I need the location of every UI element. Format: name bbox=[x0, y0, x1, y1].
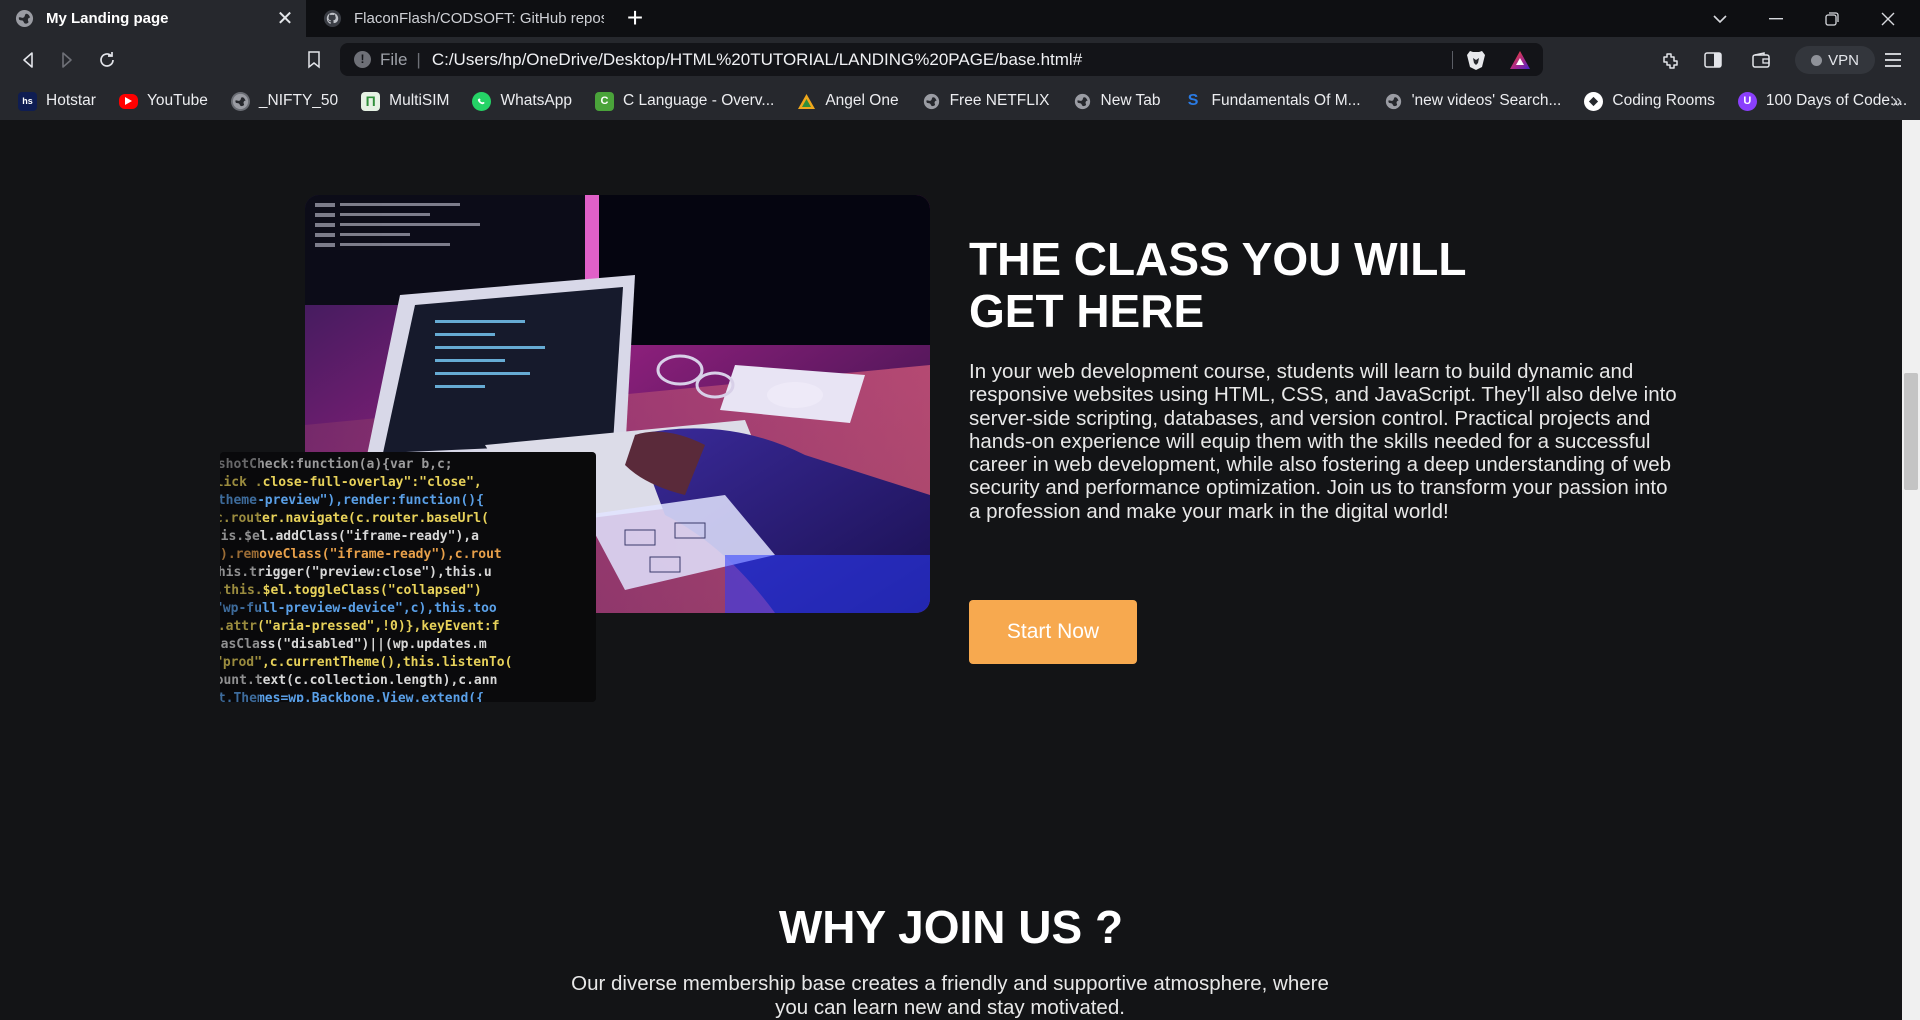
svg-text:".attr("aria-pressed",!0)},key: ".attr("aria-pressed",!0)},keyEvent:f bbox=[220, 619, 500, 634]
why-join-us-heading: WHY JOIN US ? bbox=[778, 901, 1124, 953]
start-now-button[interactable]: Start Now bbox=[969, 600, 1137, 664]
svg-text:"wp-full-preview-device",c),th: "wp-full-preview-device",c),this.too bbox=[220, 601, 497, 616]
hotstar-icon: hs bbox=[18, 91, 37, 111]
svg-text:c.router.navigate(c.router.bas: c.router.navigate(c.router.baseUrl( bbox=[220, 511, 489, 526]
menu-icon[interactable] bbox=[1880, 47, 1906, 73]
forward-icon[interactable] bbox=[52, 45, 82, 75]
tab-strip: My Landing page ✕ FlaconFlash/CODSOFT: G… bbox=[0, 0, 1920, 37]
reload-icon[interactable] bbox=[92, 45, 122, 75]
address-bar[interactable]: ! File | C:/Users/hp/OneDrive/Desktop/HT… bbox=[340, 43, 1543, 76]
bookmark-label: MultiSIM bbox=[389, 92, 450, 109]
bookmark-multisim[interactable]: Π MultiSIM bbox=[361, 91, 450, 111]
vpn-status-icon bbox=[1811, 54, 1823, 66]
bookmark-free-netflix[interactable]: Free NETFLIX bbox=[922, 92, 1050, 111]
course-description: In your web development course, students… bbox=[969, 360, 1677, 523]
bookmarks-bar: hs Hotstar YouTube _NIFTY_50 Π MultiSIM … bbox=[0, 82, 1920, 120]
svg-text:.count.text(c.collection.lengt: .count.text(c.collection.length),c.ann bbox=[220, 673, 497, 688]
bookmark-label: Hotstar bbox=[46, 92, 96, 109]
bookmark-icon[interactable] bbox=[299, 45, 329, 75]
fundamentals-icon: S bbox=[1187, 92, 1199, 109]
svg-text:).removeClass("iframe-ready"),: ).removeClass("iframe-ready"),c.rout bbox=[220, 547, 502, 562]
class-headline: THE CLASS YOU WILL GET HERE bbox=[969, 233, 1529, 337]
page-scrollbar-thumb[interactable] bbox=[1904, 373, 1918, 490]
bookmark-label: New Tab bbox=[1100, 92, 1161, 109]
minimize-icon[interactable] bbox=[1748, 0, 1804, 37]
bookmark-label: Angel One bbox=[825, 92, 899, 109]
globe-icon bbox=[15, 9, 34, 28]
whatsapp-icon bbox=[472, 91, 492, 111]
globe-icon bbox=[1384, 92, 1403, 111]
browser-toolbar: ! File | C:/Users/hp/OneDrive/Desktop/HT… bbox=[0, 37, 1920, 82]
back-icon[interactable] bbox=[13, 45, 43, 75]
bookmark-label: WhatsApp bbox=[500, 92, 572, 109]
bookmark-label: Free NETFLIX bbox=[949, 92, 1050, 109]
angel-one-icon bbox=[797, 92, 816, 111]
multisim-icon: Π bbox=[361, 91, 381, 111]
bookmark-label: Fundamentals Of M... bbox=[1211, 92, 1361, 109]
extensions-icon[interactable] bbox=[1658, 47, 1684, 73]
brave-shields-icon[interactable] bbox=[1466, 49, 1486, 76]
bookmark-100-days-of-code[interactable]: U 100 Days of Code:... bbox=[1737, 91, 1908, 111]
tab-my-landing-page[interactable]: My Landing page ✕ bbox=[0, 0, 306, 37]
bookmark-label: 100 Days of Code:... bbox=[1765, 92, 1908, 109]
close-tab-icon[interactable]: ✕ bbox=[272, 6, 298, 31]
svg-text:.HasClass("disabled")||(wp.upd: .HasClass("disabled")||(wp.updates.m bbox=[220, 637, 487, 652]
bookmark-label: 'new videos' Search... bbox=[1411, 92, 1562, 109]
page-scrollbar[interactable] bbox=[1902, 120, 1920, 1020]
url-scheme: File bbox=[380, 49, 408, 69]
info-icon[interactable]: ! bbox=[354, 51, 371, 68]
tab-title: FlaconFlash/CODSOFT: GitHub reposit bbox=[354, 10, 604, 27]
hundred-days-icon: U bbox=[1737, 91, 1757, 111]
headline-line-2: GET HERE bbox=[969, 285, 1205, 337]
new-tab-button[interactable]: + bbox=[620, 4, 650, 34]
bookmark-hotstar[interactable]: hs Hotstar bbox=[18, 91, 96, 111]
bookmark-label: _NIFTY_50 bbox=[258, 92, 339, 109]
bookmark-coding-rooms[interactable]: Coding Rooms bbox=[1584, 91, 1715, 111]
bookmark-label: C Language - Overv... bbox=[622, 92, 775, 109]
youtube-icon bbox=[118, 93, 138, 109]
close-window-icon[interactable] bbox=[1860, 0, 1916, 37]
restore-icon[interactable] bbox=[1804, 0, 1860, 37]
bookmark-label: Coding Rooms bbox=[1612, 92, 1715, 109]
svg-text:"prod",c.currentTheme(),this.l: "prod",c.currentTheme(),this.listenTo( bbox=[220, 655, 512, 670]
url-divider bbox=[1452, 51, 1453, 69]
wallet-icon[interactable] bbox=[1748, 47, 1774, 73]
landing-page-viewport: rshotCheck:function(a){var b,c; "click .… bbox=[0, 120, 1902, 1020]
bookmark-angel-one[interactable]: Angel One bbox=[797, 92, 899, 111]
url-text[interactable]: C:/Users/hp/OneDrive/Desktop/HTML%20TUTO… bbox=[432, 50, 1082, 70]
url-separator: | bbox=[416, 49, 421, 69]
coding-rooms-icon bbox=[1584, 91, 1604, 111]
bookmark-label: YouTube bbox=[146, 92, 208, 109]
globe-icon bbox=[230, 91, 250, 111]
tab-github-repo[interactable]: FlaconFlash/CODSOFT: GitHub reposit bbox=[308, 0, 604, 37]
tab-list-chevron-icon[interactable] bbox=[1692, 0, 1748, 37]
code-snippet-image: rshotCheck:function(a){var b,c; "click .… bbox=[220, 452, 596, 702]
tab-title: My Landing page bbox=[46, 10, 169, 27]
bookmark-youtube[interactable]: YouTube bbox=[118, 92, 208, 110]
github-icon bbox=[323, 9, 342, 28]
bookmark-fundamentals[interactable]: S Fundamentals Of M... bbox=[1184, 92, 1361, 111]
bookmark-whatsapp[interactable]: WhatsApp bbox=[472, 91, 572, 111]
bookmark-nifty-50[interactable]: _NIFTY_50 bbox=[230, 91, 339, 111]
brave-rewards-icon[interactable] bbox=[1508, 49, 1532, 76]
bookmark-c-language[interactable]: C C Language - Overv... bbox=[594, 91, 775, 111]
svg-text:this.trigger("preview:close"),: this.trigger("preview:close"),this.u bbox=[220, 565, 492, 580]
more-bookmarks-chevron-icon[interactable]: » bbox=[1892, 91, 1902, 112]
vpn-button[interactable]: VPN bbox=[1795, 46, 1875, 74]
bookmark-new-tab[interactable]: New Tab bbox=[1073, 92, 1161, 111]
headline-line-1: THE CLASS YOU WILL bbox=[969, 233, 1467, 285]
c-language-icon: C bbox=[594, 91, 614, 111]
why-join-us-text: Our diverse membership base creates a fr… bbox=[571, 972, 1329, 1019]
vpn-label: VPN bbox=[1828, 51, 1859, 69]
sidebar-icon[interactable] bbox=[1700, 47, 1726, 73]
bookmark-new-videos-search[interactable]: 'new videos' Search... bbox=[1384, 92, 1562, 111]
globe-icon bbox=[1073, 92, 1092, 111]
globe-icon bbox=[922, 92, 941, 111]
